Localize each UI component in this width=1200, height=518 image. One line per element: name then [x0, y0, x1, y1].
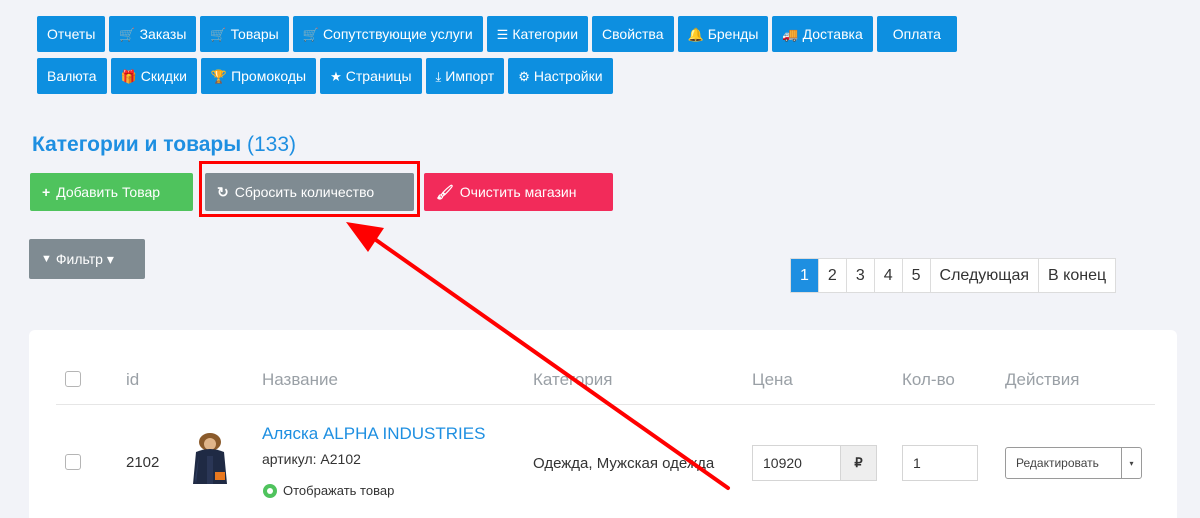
- nav-label: Промокоды: [231, 68, 307, 84]
- page-1-button[interactable]: 1: [791, 259, 818, 292]
- page-4-button[interactable]: 4: [873, 259, 902, 292]
- list-icon: ☰: [496, 26, 509, 42]
- add-product-label: Добавить Товар: [56, 184, 161, 200]
- chevron-down-icon: ▾: [106, 250, 114, 267]
- top-nav-row-1: Отчеты 🛒 Заказы 🛒 Товары 🛒 Сопутствующие ус…: [37, 16, 957, 52]
- nav-label: Страницы: [345, 68, 412, 84]
- nav-label: Скидки: [140, 68, 187, 84]
- star-icon: ★: [330, 68, 342, 84]
- page-5-button[interactable]: 5: [901, 259, 930, 292]
- clear-store-button[interactable]: 🖌 Очистить магазин: [424, 173, 613, 211]
- nav-currency[interactable]: Валюта: [37, 58, 107, 94]
- page-title-text: Категории и товары: [32, 133, 242, 156]
- nav-label: Сопутствующие услуги: [322, 26, 473, 42]
- nav-related-services[interactable]: 🛒 Сопутствующие услуги: [292, 16, 483, 52]
- download-icon: ⤓: [435, 68, 442, 84]
- currency-addon: ₽: [840, 446, 876, 480]
- visibility-toggle[interactable]: [263, 484, 277, 498]
- product-name-link[interactable]: Аляска ALPHA INDUSTRIES: [262, 424, 485, 444]
- filter-icon: ▼: [41, 253, 52, 265]
- nav-promocodes[interactable]: 🏆 Промокоды: [200, 58, 317, 94]
- nav-label: Импорт: [445, 68, 495, 84]
- nav-label: Валюта: [47, 68, 97, 84]
- nav-label: Бренды: [707, 26, 759, 42]
- nav-label: Отчеты: [47, 26, 96, 42]
- column-header-name[interactable]: Название: [262, 370, 338, 390]
- nav-orders[interactable]: 🛒 Заказы: [109, 16, 197, 52]
- column-header-qty[interactable]: Кол-во: [902, 370, 955, 390]
- product-category: Одежда, Мужская одежда: [533, 455, 715, 472]
- trophy-icon: 🏆: [210, 68, 228, 84]
- column-header-actions: Действия: [1005, 370, 1080, 389]
- truck-icon: 🚚: [782, 26, 799, 42]
- nav-settings[interactable]: ⚙ Настройки: [508, 58, 613, 94]
- cart-plus-icon: 🛒: [302, 26, 319, 42]
- gear-icon: ⚙: [518, 68, 530, 84]
- edit-dropdown[interactable]: Редактировать ▾: [1005, 447, 1142, 479]
- select-all-checkbox[interactable]: [65, 371, 81, 387]
- filter-button[interactable]: ▼ Фильтр ▾: [29, 239, 145, 279]
- bell-icon: 🔔: [687, 26, 704, 42]
- brush-icon: 🖌: [436, 183, 454, 200]
- nav-label: Оплата: [892, 26, 941, 42]
- price-value[interactable]: 10920: [753, 446, 840, 480]
- plus-icon: +: [42, 184, 51, 200]
- filter-label: Фильтр: [55, 251, 103, 267]
- row-select-checkbox[interactable]: [65, 454, 81, 470]
- table-header-divider: [56, 404, 1155, 405]
- next-page-button[interactable]: Следующая: [929, 259, 1039, 292]
- nav-brands[interactable]: 🔔 Бренды: [677, 16, 769, 52]
- nav-delivery[interactable]: 🚚 Доставка: [772, 16, 873, 52]
- column-header-price[interactable]: Цена: [752, 370, 793, 390]
- nav-label: Настройки: [533, 68, 603, 84]
- page-title: Категории и товары (133): [32, 133, 296, 157]
- nav-pages[interactable]: ★ Страницы: [320, 58, 422, 94]
- product-sku: артикул: A2102: [262, 451, 361, 467]
- quantity-field[interactable]: 1: [902, 445, 978, 481]
- pagination: 1 2 3 4 5 Следующая В конец: [790, 258, 1117, 293]
- chevron-down-icon[interactable]: ▾: [1121, 448, 1141, 478]
- product-thumbnail[interactable]: [185, 428, 235, 486]
- cart-icon: 🛒: [210, 26, 227, 42]
- nav-import[interactable]: ⤓ Импорт: [425, 58, 505, 94]
- last-page-button[interactable]: В конец: [1038, 259, 1115, 292]
- nav-categories[interactable]: ☰ Категории: [486, 16, 589, 52]
- nav-reports[interactable]: Отчеты: [37, 16, 106, 52]
- clear-store-label: Очистить магазин: [459, 184, 577, 200]
- page-2-button[interactable]: 2: [817, 259, 846, 292]
- products-table-card: [29, 330, 1177, 518]
- page-3-button[interactable]: 3: [845, 259, 874, 292]
- nav-payment[interactable]: Оплата: [876, 16, 957, 52]
- nav-label: Категории: [512, 26, 579, 42]
- product-id: 2102: [126, 454, 160, 471]
- nav-label: Свойства: [602, 26, 664, 42]
- nav-properties[interactable]: Свойства: [592, 16, 674, 52]
- nav-label: Доставка: [802, 26, 863, 42]
- nav-products[interactable]: 🛒 Товары: [200, 16, 289, 52]
- column-header-id[interactable]: id: [126, 370, 139, 390]
- price-field[interactable]: 10920 ₽: [752, 445, 877, 481]
- column-header-category[interactable]: Категория: [533, 370, 612, 390]
- nav-label: Товары: [230, 26, 279, 42]
- add-product-button[interactable]: + Добавить Товар: [30, 173, 193, 211]
- nav-discounts[interactable]: 🎁 Скидки: [110, 58, 197, 94]
- visibility-label: Отображать товар: [283, 483, 395, 498]
- gift-icon: 🎁: [120, 68, 137, 84]
- top-nav-row-2: Валюта 🎁 Скидки 🏆 Промокоды ★ Страницы ⤓ Имп…: [37, 58, 613, 94]
- cart-icon: 🛒: [119, 26, 136, 42]
- nav-label: Заказы: [139, 26, 187, 42]
- product-count: (133): [247, 133, 297, 156]
- highlight-annotation-box: [199, 161, 420, 217]
- edit-button[interactable]: Редактировать: [1006, 448, 1121, 478]
